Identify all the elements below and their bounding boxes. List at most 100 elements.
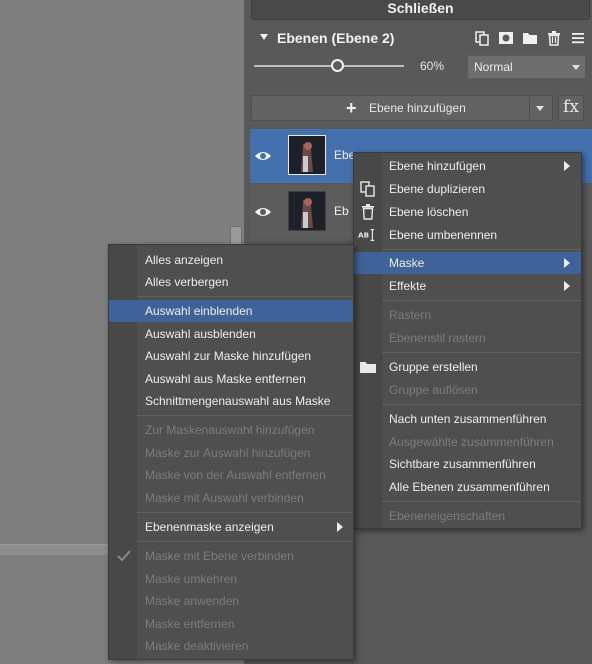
menu-item-label: Ebenenmaske anzeigen [145,520,274,534]
menu-separator [382,300,581,301]
trash-icon [362,204,374,220]
menu-item-add-selection-to-mask[interactable]: Auswahl zur Maske hinzufügen [109,345,353,367]
menu-item-layer-properties: Ebeneneigenschaften [354,505,581,527]
folder-icon[interactable] [522,30,538,46]
mask-submenu: Alles anzeigen Alles verbergen Auswahl e… [108,244,354,660]
layer-thumbnail [288,191,326,231]
menu-item-remove-selection-from-mask[interactable]: Auswahl aus Maske entfernen [109,368,353,390]
opacity-slider-handle[interactable] [331,59,344,72]
submenu-arrow-icon [337,522,343,532]
opacity-value: 60% [420,59,445,73]
menu-separator [137,541,353,542]
menu-item-effects[interactable]: Effekte [354,275,581,297]
menu-item-show-layer-mask[interactable]: Ebenenmaske anzeigen [109,516,353,538]
menu-separator [382,501,581,502]
menu-item-rasterize-style: Ebenenstil rastern [354,327,581,349]
menu-item-add-to-mask-selection: Zur Maskenauswahl hinzufügen [109,419,353,441]
menu-item-merge-all[interactable]: Alle Ebenen zusammenführen [354,476,581,498]
menu-item-label: Maske anwenden [145,594,240,608]
add-layer-button[interactable]: + Ebene hinzufügen [251,95,530,121]
menu-item-label: Auswahl zur Maske hinzufügen [145,349,312,363]
trash-icon[interactable] [546,30,562,46]
menu-item-label: Zur Maskenauswahl hinzufügen [145,423,315,437]
opacity-slider[interactable] [254,65,404,67]
menu-item-apply-mask: Maske anwenden [109,590,353,612]
menu-item-label: Effekte [389,279,427,293]
submenu-arrow-icon [564,281,570,291]
menu-item-label: Nach unten zusammenführen [389,412,547,426]
menu-item-intersect-selection[interactable]: Schnittmengenauswahl aus Maske [109,390,353,412]
menu-separator [137,296,353,297]
effects-button[interactable]: fx [558,95,584,121]
menu-item-label: Maske umkehren [145,572,238,586]
menu-item-show-all[interactable]: Alles anzeigen [109,249,353,271]
chevron-down-icon [536,106,544,111]
menu-item-reveal-selection[interactable]: Auswahl einblenden [109,300,353,322]
submenu-arrow-icon [564,258,570,268]
layer-context-menu: Ebene hinzufügen Ebene duplizieren Ebene… [353,152,582,529]
menu-item-label: Sichtbare zusammenführen [389,457,536,471]
blend-mode-select[interactable]: Normal [467,55,586,79]
add-layer-label: Ebene hinzufügen [369,101,466,115]
menu-item-label: Maske deaktivieren [145,639,249,653]
mask-icon[interactable] [498,30,514,46]
submenu-arrow-icon [564,161,570,171]
menu-item-hide-selection[interactable]: Auswahl ausblenden [109,323,353,345]
menu-item-mask-to-selection: Maske zur Auswahl hinzufügen [109,442,353,464]
duplicate-icon[interactable] [474,30,490,46]
menu-item-rasterize: Rastern [354,304,581,326]
menu-item-label: Schnittmengenauswahl aus Maske [145,394,331,408]
menu-item-label: Alles verbergen [145,275,229,289]
menu-item-duplicate-layer[interactable]: Ebene duplizieren [354,178,581,200]
menu-item-label: Maske [389,256,425,270]
menu-item-mask[interactable]: Maske [354,252,581,274]
menu-item-label: Rastern [389,308,432,322]
menu-separator [382,249,581,250]
menu-item-label: Maske mit Auswahl verbinden [145,491,304,505]
menu-item-merge-visible[interactable]: Sichtbare zusammenführen [354,453,581,475]
plus-icon: + [346,98,357,118]
menu-item-label: Alles anzeigen [145,253,224,267]
duplicate-icon [360,181,375,197]
folder-icon [360,362,376,373]
menu-item-label: Maske mit Ebene verbinden [145,549,294,563]
menu-icon[interactable] [570,30,586,46]
menu-item-label: Maske zur Auswahl hinzufügen [145,446,311,460]
menu-item-label: Gruppe auflösen [389,383,478,397]
menu-item-create-group[interactable]: Gruppe erstellen [354,356,581,378]
menu-item-add-layer[interactable]: Ebene hinzufügen [354,155,581,177]
menu-item-link-mask: Maske mit Ebene verbinden [109,545,353,567]
menu-item-label: Ausgewählte zusammenführen [389,435,554,449]
menu-item-invert-mask: Maske umkehren [109,568,353,590]
eye-icon[interactable] [254,147,272,165]
menu-item-label: Alle Ebenen zusammenführen [389,480,550,494]
menu-item-hide-all[interactable]: Alles verbergen [109,271,353,293]
menu-item-label: Auswahl einblenden [145,304,253,318]
layer-name[interactable]: Eb [334,204,349,218]
menu-item-label: Ebenenstil rastern [389,331,486,345]
menu-item-delete-layer[interactable]: Ebene löschen [354,201,581,223]
menu-separator [137,512,353,513]
menu-item-label: Maske von der Auswahl entfernen [145,468,326,482]
collapse-chevron-icon[interactable] [260,34,268,40]
menu-item-rename-layer[interactable]: AB Ebene umbenennen [354,224,581,246]
menu-item-merge-down[interactable]: Nach unten zusammenführen [354,408,581,430]
chevron-down-icon [572,65,580,70]
menu-item-disable-mask: Maske deaktivieren [109,635,353,657]
menu-item-label: Maske entfernen [145,617,235,631]
menu-item-label: Ebene hinzufügen [389,159,486,173]
layers-title: Ebenen (Ebene 2) [277,30,395,46]
menu-item-combine-mask: Maske mit Auswahl verbinden [109,487,353,509]
eye-icon[interactable] [254,203,272,221]
menu-item-label: Ebene löschen [389,205,469,219]
layers-header: Ebenen (Ebene 2) [250,26,592,52]
menu-item-label: Gruppe erstellen [389,360,478,374]
close-button[interactable]: Schließen [251,0,590,20]
add-layer-dropdown[interactable] [529,95,553,121]
menu-item-label: Auswahl ausblenden [145,327,256,341]
blend-mode-value: Normal [474,60,513,74]
menu-item-label: Ebeneneigenschaften [389,509,506,523]
layer-thumbnail [288,135,326,175]
menu-item-label: Ebene umbenennen [389,228,498,242]
svg-text:AB: AB [358,231,369,240]
